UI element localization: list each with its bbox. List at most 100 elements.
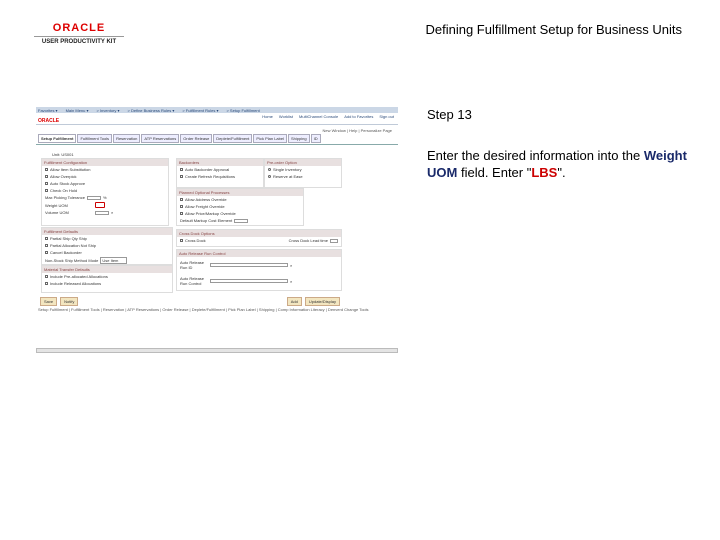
- unit-label: Unit: US001: [52, 152, 74, 157]
- slide-title: Defining Fulfillment Setup for Business …: [425, 22, 682, 37]
- run-id-input[interactable]: [210, 263, 288, 267]
- lookup-icon[interactable]: ⌕: [111, 210, 113, 215]
- checkbox[interactable]: [45, 275, 48, 278]
- tab-order-release[interactable]: Order Release: [180, 134, 213, 143]
- logo-brand: ORACLE: [52, 22, 106, 34]
- notify-button[interactable]: Notify: [60, 297, 79, 306]
- nav-main-menu[interactable]: Main Menu ▾: [66, 108, 89, 113]
- checkbox-label: Auto Stock Approve: [50, 181, 86, 186]
- footer-links[interactable]: Setup Fulfillment | Fulfillment Tools | …: [38, 307, 369, 312]
- checkbox-label: Cross Dock: [185, 238, 206, 243]
- weight-uom-label: Weight UOM: [45, 202, 68, 208]
- logo-product: USER PRODUCTIVITY KIT: [41, 39, 117, 45]
- nav-business-rules[interactable]: > Define Business Rules ▾: [128, 108, 175, 113]
- weight-uom-input[interactable]: [95, 202, 105, 208]
- tolerance-input[interactable]: [86, 195, 101, 200]
- step-number: Step 13: [427, 107, 472, 122]
- ship-mode-label: Non-Stock Ship Method Mode: [45, 258, 99, 263]
- run-control-input[interactable]: [210, 279, 288, 283]
- radio-label: Single Inventory: [273, 167, 302, 172]
- instruction-pre: Enter the desired information into the: [427, 148, 641, 163]
- checkbox-label: Include Pre-allocated Allocations: [50, 274, 108, 279]
- app-screenshot: Favorites ▾ Main Menu ▾ > Inventory ▾ > …: [36, 107, 398, 353]
- checkbox[interactable]: [45, 251, 48, 254]
- lookup-icon[interactable]: ⌕: [290, 279, 292, 284]
- fulfillment-config-group: Fulfillment Configuration Allow Item Sub…: [41, 158, 169, 226]
- tab-id[interactable]: ID: [310, 134, 321, 143]
- tab-pick-plan[interactable]: Pick Plan Label: [253, 134, 287, 143]
- add-button[interactable]: Add: [286, 297, 302, 306]
- tab-reservation[interactable]: Reservation: [113, 134, 141, 143]
- volume-uom-input[interactable]: [95, 210, 109, 215]
- markup-input[interactable]: [234, 218, 249, 223]
- nav-setup-fulfillment[interactable]: > Setup Fulfillment: [226, 108, 259, 113]
- run-control-label: Auto Release Run Control: [180, 276, 205, 286]
- page-tools[interactable]: New Window | Help | Personalize Page: [36, 125, 398, 133]
- radio[interactable]: [268, 175, 271, 178]
- nav-fulfillment-rules[interactable]: > Fulfillment Rules ▾: [182, 108, 218, 113]
- checkbox-label: Check On Hold: [50, 188, 78, 193]
- checkbox[interactable]: [180, 175, 183, 178]
- link-add-favorites[interactable]: Add to Favorites: [344, 114, 373, 119]
- checkbox-label: Create Refresh Requisitions: [185, 174, 236, 179]
- volume-uom-label: Volume UOM: [45, 210, 69, 215]
- pct-label: %: [102, 195, 107, 200]
- tab-setup-fulfillment[interactable]: Setup Fulfillment: [38, 134, 77, 143]
- checkbox[interactable]: [180, 239, 183, 242]
- group-title: Material Transfer Defaults: [42, 266, 172, 273]
- nav-inventory[interactable]: > Inventory ▾: [96, 108, 119, 113]
- checkbox-label: Allow Item Substitution: [50, 167, 91, 172]
- app-header: ORACLE Home Worklist MultiChannel Consol…: [36, 113, 398, 125]
- cross-dock-group: Cross Dock Options Cross Dock Cross Dock …: [176, 229, 342, 247]
- checkbox-label: Allow Price/Markup Override: [185, 211, 236, 216]
- checkbox[interactable]: [180, 168, 183, 171]
- checkbox[interactable]: [180, 198, 183, 201]
- entry-value: LBS: [531, 165, 558, 180]
- group-title: Pre-order Option: [265, 159, 341, 166]
- checkbox[interactable]: [45, 175, 48, 178]
- group-title: Planned Optional Processes: [177, 189, 303, 196]
- link-sign-out[interactable]: Sign out: [379, 114, 394, 119]
- radio-label: Reserve at Ease: [273, 174, 303, 179]
- ship-mode-select[interactable]: Use Item: [100, 257, 128, 264]
- save-button[interactable]: Save: [40, 297, 58, 306]
- nav-favorites[interactable]: Favorites ▾: [38, 108, 58, 113]
- tab-deplete[interactable]: Deplete/Fulfillment: [213, 134, 253, 143]
- checkbox[interactable]: [45, 237, 48, 240]
- tab-bar: Setup Fulfillment Fulfillment Tools Rese…: [36, 133, 398, 145]
- checkbox[interactable]: [180, 205, 183, 208]
- checkbox-label: Allow Address Override: [185, 197, 227, 202]
- instruction-post: ".: [557, 165, 566, 180]
- markup-label: Default Markup Cost Element: [180, 218, 233, 223]
- checkbox[interactable]: [45, 244, 48, 247]
- link-home[interactable]: Home: [262, 114, 273, 119]
- app-logo: ORACLE: [38, 118, 60, 124]
- tab-fulfillment-tools[interactable]: Fulfillment Tools: [77, 134, 113, 143]
- backorders-group: Backorders Auto Backorder Approval Creat…: [176, 158, 264, 188]
- preorder-group: Pre-order Option Single Inventory Reserv…: [264, 158, 342, 188]
- tab-atp-reservations[interactable]: ATP Reservations: [141, 134, 180, 143]
- oracle-upk-logo: ORACLE USER PRODUCTIVITY KIT: [34, 22, 124, 45]
- tab-shipping[interactable]: Shipping: [288, 134, 310, 143]
- checkbox[interactable]: [45, 189, 48, 192]
- lookup-icon[interactable]: ⌕: [290, 263, 292, 268]
- lead-time-input[interactable]: [330, 238, 338, 243]
- checkbox-label: Partial Ship Qty Ship: [50, 236, 87, 241]
- checkbox-label: Include Released Allocations: [50, 281, 102, 286]
- auto-release-group: Auto Release Run Control Auto Release Ru…: [176, 249, 342, 291]
- tolerance-label: Max Picking Tolerance: [45, 195, 85, 200]
- group-title: Backorders: [177, 159, 263, 166]
- update-display-button[interactable]: Update/Display: [304, 297, 340, 306]
- optional-processes-group: Planned Optional Processes Allow Address…: [176, 188, 304, 226]
- link-worklist[interactable]: Worklist: [279, 114, 293, 119]
- link-multichannel[interactable]: MultiChannel Console: [299, 114, 338, 119]
- checkbox[interactable]: [45, 182, 48, 185]
- instruction-mid: field. Enter ": [460, 165, 532, 180]
- checkbox[interactable]: [45, 282, 48, 285]
- horizontal-scrollbar[interactable]: [36, 348, 398, 353]
- radio[interactable]: [268, 168, 271, 171]
- checkbox[interactable]: [45, 168, 48, 171]
- material-transfer-group: Material Transfer Defaults Include Pre-a…: [41, 265, 173, 293]
- instruction-text: Enter the desired information into the W…: [427, 147, 697, 181]
- checkbox[interactable]: [180, 212, 183, 215]
